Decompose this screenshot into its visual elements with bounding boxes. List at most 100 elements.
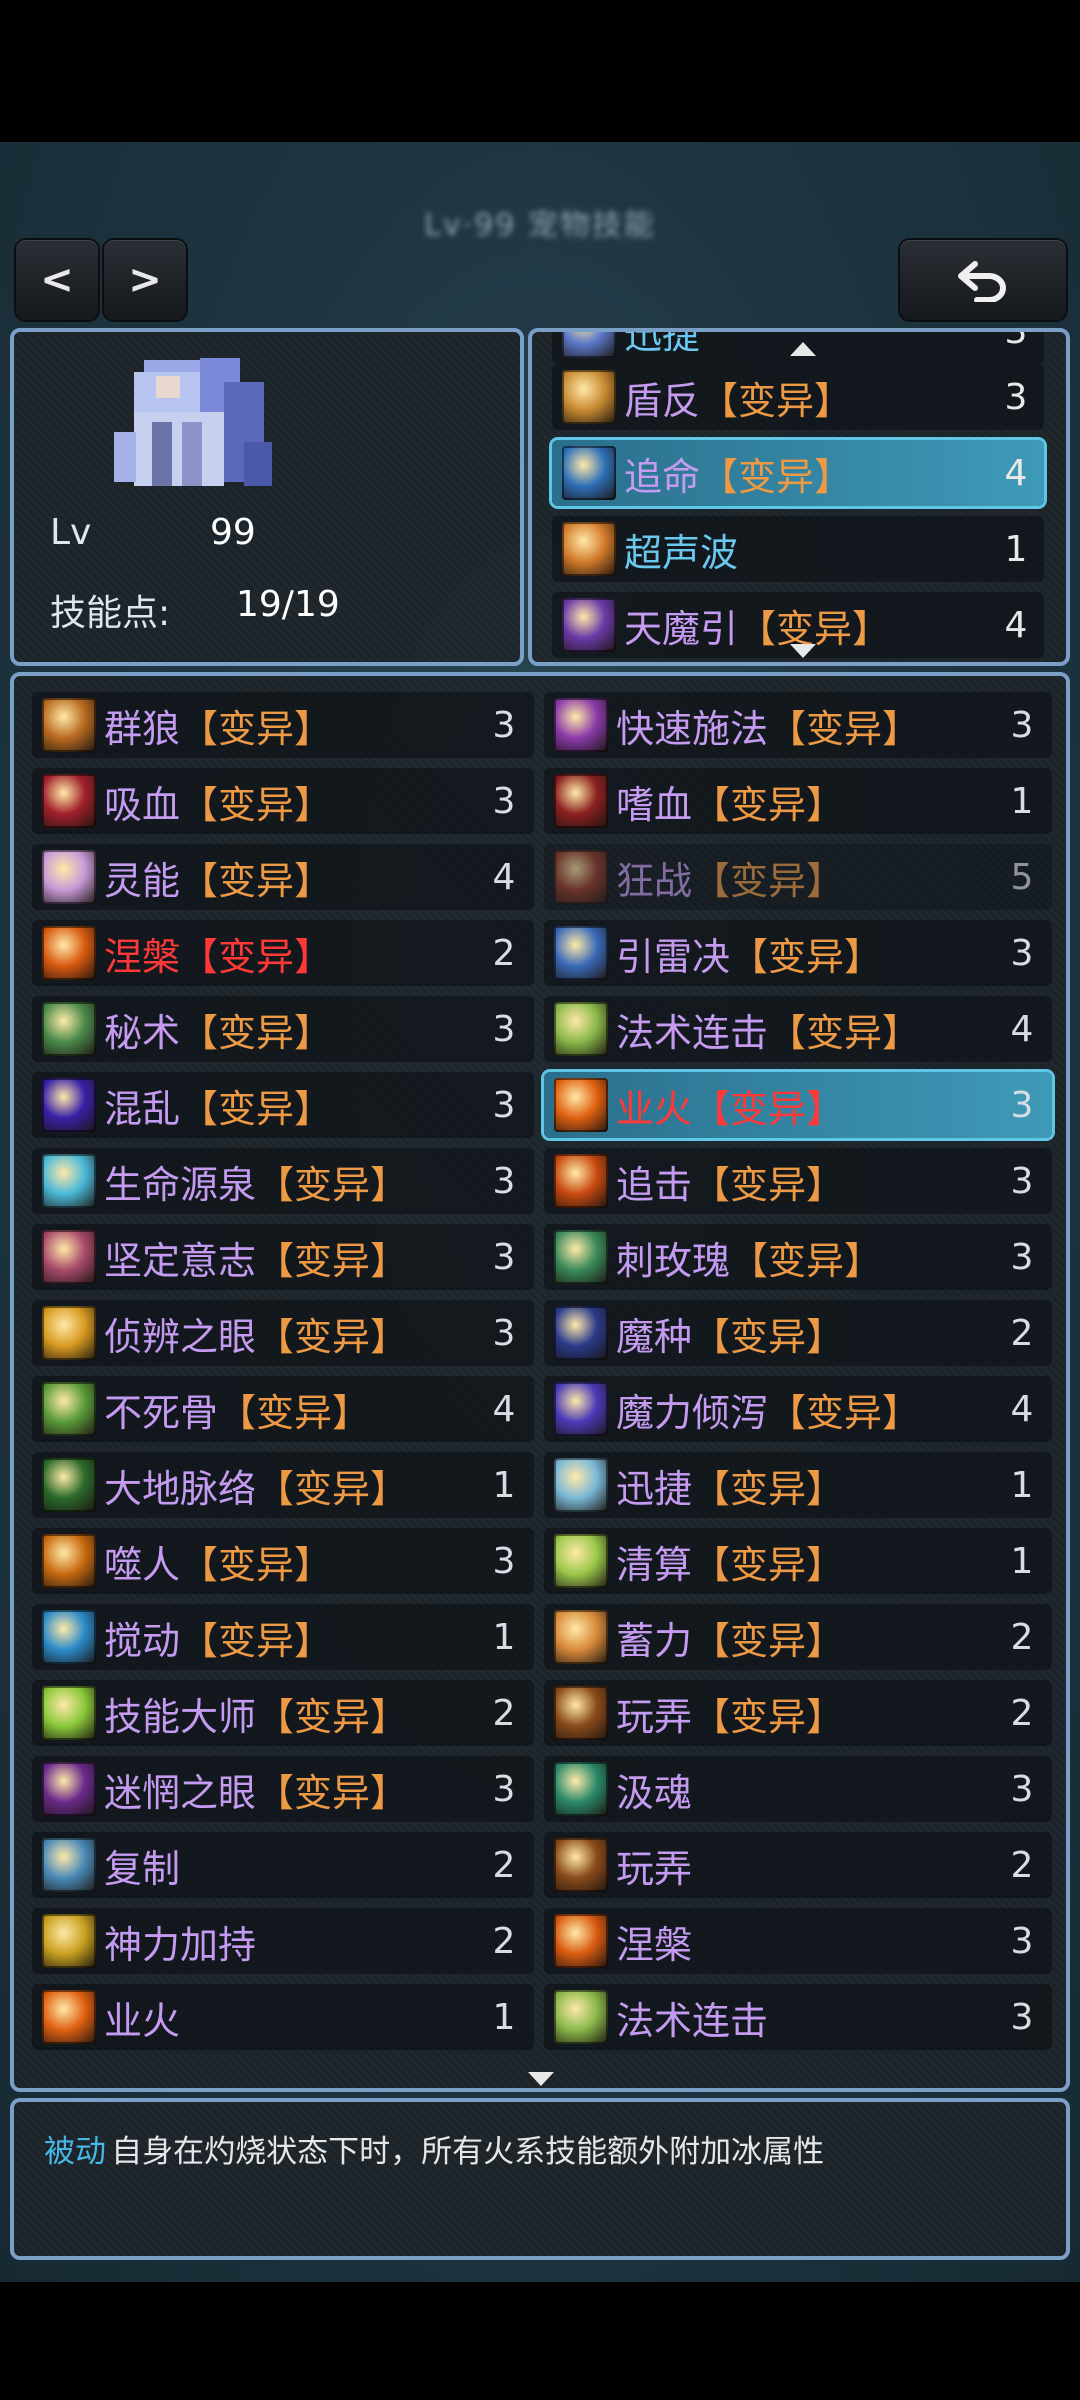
- skill-name-base: 刺玫瑰: [616, 1238, 731, 1283]
- skill-level: 3: [492, 1160, 516, 1202]
- skill-slot[interactable]: 玩弄【变异】 2: [544, 1680, 1052, 1746]
- skill-slot[interactable]: 灵能【变异】 4: [32, 844, 534, 910]
- skill-level: 2: [492, 1844, 516, 1886]
- skill-name: 噬人【变异】: [104, 1534, 484, 1589]
- skill-slot[interactable]: 业火【变异】 3: [544, 1072, 1052, 1138]
- skill-slot[interactable]: 混乱【变异】 3: [32, 1072, 534, 1138]
- skill-slot[interactable]: 迷惘之眼【变异】 3: [32, 1756, 534, 1822]
- mutation-tag: 【变异】: [256, 1314, 409, 1359]
- skill-name-base: 不死骨: [104, 1390, 219, 1435]
- skill-slot[interactable]: 嗜血【变异】 1: [544, 768, 1052, 834]
- mutation-tag: 【变异】: [692, 1694, 845, 1739]
- skill-name: 魔力倾泻【变异】: [616, 1382, 1002, 1437]
- skill-slot[interactable]: 魔力倾泻【变异】 4: [544, 1376, 1052, 1442]
- prev-button[interactable]: <: [16, 240, 98, 320]
- skill-name: 玩弄: [616, 1838, 1002, 1893]
- mutation-tag: 【变异】: [256, 1238, 409, 1283]
- skill-slot[interactable]: 法术连击【变异】 4: [544, 996, 1052, 1062]
- will-icon: [42, 1230, 96, 1284]
- bone-icon: [42, 1382, 96, 1436]
- skill-slot[interactable]: 狂战【变异】 5: [544, 844, 1052, 910]
- skill-name: 嗜血【变异】: [616, 774, 1002, 829]
- mutation-tag: 【变异】: [180, 934, 333, 979]
- skill-name-base: 大地脉络: [104, 1466, 257, 1511]
- skill-name: 秘术【变异】: [104, 1002, 484, 1057]
- skill-slot[interactable]: 侦辨之眼【变异】 3: [32, 1300, 534, 1366]
- scroll-down-icon[interactable]: [528, 2072, 554, 2086]
- phoenix-icon: [554, 1914, 608, 1968]
- skill-name: 大地脉络【变异】: [104, 1458, 484, 1513]
- skill-name: 涅槃【变异】: [104, 926, 484, 981]
- scroll-up-icon[interactable]: [790, 342, 816, 356]
- skill-slot[interactable]: 秘术【变异】 3: [32, 996, 534, 1062]
- skill-slot[interactable]: 群狼【变异】 3: [32, 692, 534, 758]
- skill-slot[interactable]: 搅动【变异】 1: [32, 1604, 534, 1670]
- back-arrow-icon: [958, 261, 1006, 302]
- equipped-skill-level: 4: [1004, 604, 1028, 646]
- next-button[interactable]: >: [104, 240, 186, 320]
- skill-grid-panel[interactable]: 法术连击 3 业火 1 涅槃 3 神力加持 2 玩弄 2 复制 2 汲魂 3 迷惘之眼【变异】 3 玩弄【变异】…: [10, 672, 1070, 2092]
- bloodlust-icon: [554, 774, 608, 828]
- mutation-tag: 【变异】: [692, 858, 845, 903]
- skill-slot[interactable]: 生命源泉【变异】 3: [32, 1148, 534, 1214]
- skill-slot[interactable]: 快速施法【变异】 3: [544, 692, 1052, 758]
- skill-level: 4: [1010, 1008, 1034, 1050]
- mutation-tag: 【变异】: [256, 1694, 409, 1739]
- game-screen: Lv·99 宠物技能 < > Lv 99 技能点: 19/19 天魔引【变异】 4…: [0, 0, 1080, 2400]
- skill-name-base: 玩弄: [616, 1694, 693, 1739]
- skill-level: 3: [1010, 1236, 1034, 1278]
- mutation-tag: 【变异】: [692, 782, 845, 827]
- combo-icon: [554, 1002, 608, 1056]
- demon-icon: [562, 598, 616, 652]
- skill-name: 蓄力【变异】: [616, 1610, 1002, 1665]
- skill-name: 坚定意志【变异】: [104, 1230, 484, 1285]
- mutation-tag: 【变异】: [692, 1162, 845, 1207]
- skill-slot[interactable]: 引雷决【变异】 3: [544, 920, 1052, 986]
- skill-name-base: 生命源泉: [104, 1162, 257, 1207]
- skill-slot[interactable]: 涅槃【变异】 2: [32, 920, 534, 986]
- skill-slot[interactable]: 追击【变异】 3: [544, 1148, 1052, 1214]
- equipped-skill-slot[interactable]: 盾反【变异】 3: [552, 364, 1044, 430]
- equipped-skill-level: 1: [1004, 528, 1028, 570]
- skill-slot[interactable]: 技能大师【变异】 2: [32, 1680, 534, 1746]
- skill-slot[interactable]: 法术连击 3: [544, 1984, 1052, 2050]
- copy-icon: [42, 1838, 96, 1892]
- skill-slot[interactable]: 业火 1: [32, 1984, 534, 2050]
- skill-slot[interactable]: 汲魂 3: [544, 1756, 1052, 1822]
- back-button[interactable]: [900, 240, 1066, 320]
- skill-slot[interactable]: 涅槃 3: [544, 1908, 1052, 1974]
- mutation-tag: 【变异】: [180, 1010, 333, 1055]
- mutation-tag: 【变异】: [692, 1314, 845, 1359]
- skill-name-base: 追击: [616, 1162, 693, 1207]
- skill-slot[interactable]: 玩弄 2: [544, 1832, 1052, 1898]
- psionic-icon: [42, 850, 96, 904]
- skill-name-base: 盾反: [624, 378, 701, 423]
- skill-name: 引雷决【变异】: [616, 926, 1002, 981]
- equipped-skill-slot[interactable]: 追命【变异】 4: [552, 440, 1044, 506]
- chaos-icon: [42, 1078, 96, 1132]
- scroll-down-icon[interactable]: [790, 644, 816, 658]
- skill-slot[interactable]: 坚定意志【变异】 3: [32, 1224, 534, 1290]
- skill-slot[interactable]: 噬人【变异】 3: [32, 1528, 534, 1594]
- skill-slot[interactable]: 神力加持 2: [32, 1908, 534, 1974]
- mutation-tag: 【变异】: [692, 1542, 845, 1587]
- skill-description-text: 自身在灼烧状态下时，所有火系技能额外附加冰属性: [111, 2134, 825, 2170]
- skill-slot[interactable]: 吸血【变异】 3: [32, 768, 534, 834]
- skill-slot[interactable]: 蓄力【变异】 2: [544, 1604, 1052, 1670]
- skill-slot[interactable]: 清算【变异】 1: [544, 1528, 1052, 1594]
- equipped-skill-slot[interactable]: 超声波 1: [552, 516, 1044, 582]
- skill-slot[interactable]: 复制 2: [32, 1832, 534, 1898]
- skill-level: 5: [1010, 856, 1034, 898]
- skill-slot[interactable]: 不死骨【变异】 4: [32, 1376, 534, 1442]
- skill-name: 刺玫瑰【变异】: [616, 1230, 1002, 1285]
- spring-icon: [42, 1154, 96, 1208]
- equipped-skill-list[interactable]: 天魔引【变异】 4 超声波 1 追命【变异】 4 盾反【变异】 3 迅捷 3: [528, 328, 1070, 666]
- skill-slot[interactable]: 迅捷【变异】 1: [544, 1452, 1052, 1518]
- skill-name-base: 神力加持: [104, 1922, 257, 1967]
- skill-slot[interactable]: 刺玫瑰【变异】 3: [544, 1224, 1052, 1290]
- skill-level: 3: [492, 1540, 516, 1582]
- skill-points-label: 技能点:: [50, 593, 171, 634]
- skill-slot[interactable]: 大地脉络【变异】 1: [32, 1452, 534, 1518]
- skill-level: 2: [492, 1692, 516, 1734]
- skill-slot[interactable]: 魔种【变异】 2: [544, 1300, 1052, 1366]
